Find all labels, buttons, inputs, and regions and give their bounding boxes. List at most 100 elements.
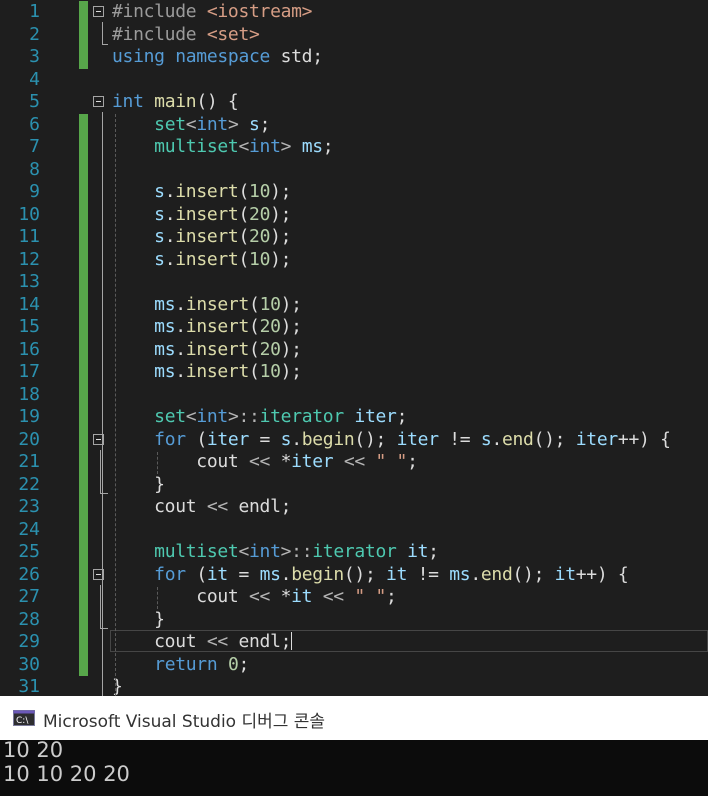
code-token: <<	[322, 586, 344, 607]
code-line[interactable]: 26 for (it = ms.begin(); it != ms.end();…	[0, 563, 708, 586]
code-token: (	[238, 248, 250, 270]
code-token: (	[238, 226, 250, 247]
code-token: std;	[280, 46, 323, 67]
code-line[interactable]: 17 ms.insert(10);	[0, 361, 708, 384]
code-token: >	[280, 136, 292, 157]
code-text: s.insert(20);	[112, 204, 291, 227]
change-indicator	[79, 653, 88, 676]
line-number: 31	[18, 676, 40, 696]
code-text: set<int> s;	[112, 114, 270, 137]
code-token: .	[491, 428, 502, 450]
line-number: 5	[29, 91, 40, 112]
code-line[interactable]: 21 cout << *iter << " ";	[0, 451, 708, 474]
code-token: s	[280, 428, 292, 450]
code-text: s.insert(10);	[112, 181, 291, 204]
code-line[interactable]: 19 set<int>::iterator iter;	[0, 406, 708, 429]
code-token: int	[196, 406, 228, 427]
change-indicator	[79, 586, 88, 609]
code-line[interactable]: 12 s.insert(10);	[0, 248, 708, 271]
code-token: multiset	[154, 136, 239, 157]
code-text: cout << endl;	[112, 496, 291, 519]
code-editor[interactable]: 1 #include <iostream> 2 #include <set> 3 usin…	[0, 0, 708, 696]
code-line[interactable]: 1 #include <iostream>	[0, 1, 708, 24]
code-token: ms	[154, 293, 176, 315]
code-line[interactable]: 30 return 0;	[0, 653, 708, 677]
code-line[interactable]: 10 s.insert(20);	[0, 203, 708, 227]
code-token: .	[175, 338, 186, 360]
code-line[interactable]: 5 int main() {	[0, 91, 708, 114]
code-token: set	[154, 406, 186, 427]
code-token: int	[249, 136, 281, 157]
code-token: () {	[196, 91, 239, 112]
code-line[interactable]: 4	[0, 69, 708, 92]
code-text: ms.insert(20);	[112, 316, 302, 339]
indent-guide-for2	[157, 587, 158, 609]
code-line[interactable]: 2 #include <set>	[0, 23, 708, 46]
code-token: }	[112, 608, 165, 630]
code-line[interactable]: 7 multiset<int> ms;	[0, 136, 708, 159]
code-token: }	[112, 473, 165, 495]
code-line[interactable]: 3 using namespace std;	[0, 46, 708, 69]
code-token: <	[185, 113, 197, 135]
console-output-line: 10 10 20 20	[3, 762, 130, 786]
code-token: for	[154, 563, 186, 585]
code-token: it	[407, 541, 429, 562]
code-line[interactable]: 24	[0, 518, 708, 541]
code-line[interactable]: 11 s.insert(20);	[0, 226, 708, 249]
code-token: ms	[154, 361, 176, 382]
code-line[interactable]: 16 ms.insert(20);	[0, 338, 708, 361]
line-number: 23	[18, 496, 40, 517]
code-line[interactable]: 9 s.insert(10);	[0, 181, 708, 204]
code-token: .	[175, 293, 186, 315]
code-token: );	[280, 338, 302, 360]
code-text: int main() {	[112, 91, 239, 114]
debug-console-output[interactable]: 10 20 10 10 20 20	[0, 738, 708, 796]
code-text: return 0;	[112, 654, 249, 677]
change-indicator	[79, 383, 88, 406]
code-token: <<	[206, 496, 228, 517]
code-line[interactable]: 15 ms.insert(20);	[0, 316, 708, 339]
code-token: s	[480, 428, 492, 450]
code-line[interactable]: 13	[0, 271, 708, 294]
code-line[interactable]: 14 ms.insert(10);	[0, 293, 708, 316]
code-token: );	[270, 226, 292, 247]
code-line[interactable]: 23 cout << endl;	[0, 496, 708, 519]
code-token: insert	[185, 361, 250, 382]
code-line[interactable]: 6 set<int> s;	[0, 113, 708, 137]
code-token: main	[154, 91, 197, 112]
code-token: cout	[112, 451, 249, 472]
line-number: 14	[18, 293, 40, 315]
line-number: 28	[18, 608, 40, 630]
collapse-toggle-icon[interactable]	[93, 6, 104, 17]
code-line[interactable]: 31}	[0, 676, 708, 696]
code-token: ms	[301, 136, 323, 157]
line-number: 30	[18, 653, 40, 675]
code-token: <	[238, 541, 249, 562]
change-indicator	[79, 361, 88, 384]
code-line[interactable]: 25 multiset<int>::iterator it;	[0, 541, 708, 564]
change-indicator	[79, 181, 88, 204]
code-token: );	[270, 248, 292, 270]
line-number: 16	[18, 338, 40, 360]
code-line[interactable]: 20 for (iter = s.begin(); iter != s.end(…	[0, 428, 708, 451]
change-indicator	[79, 158, 88, 181]
code-token: >	[227, 113, 239, 135]
collapse-toggle-icon[interactable]	[93, 96, 104, 107]
code-line[interactable]: 8	[0, 158, 708, 181]
code-token: >::	[227, 406, 260, 427]
code-line[interactable]: 18	[0, 383, 708, 406]
line-number: 22	[18, 473, 40, 495]
code-line[interactable]: 27 cout << *it << " ";	[0, 586, 708, 609]
fold-guide-for2-end	[100, 628, 108, 629]
code-token: *	[270, 451, 292, 472]
code-token: .	[164, 203, 176, 225]
code-token: 20	[249, 203, 271, 225]
code-token: insert	[175, 226, 239, 247]
